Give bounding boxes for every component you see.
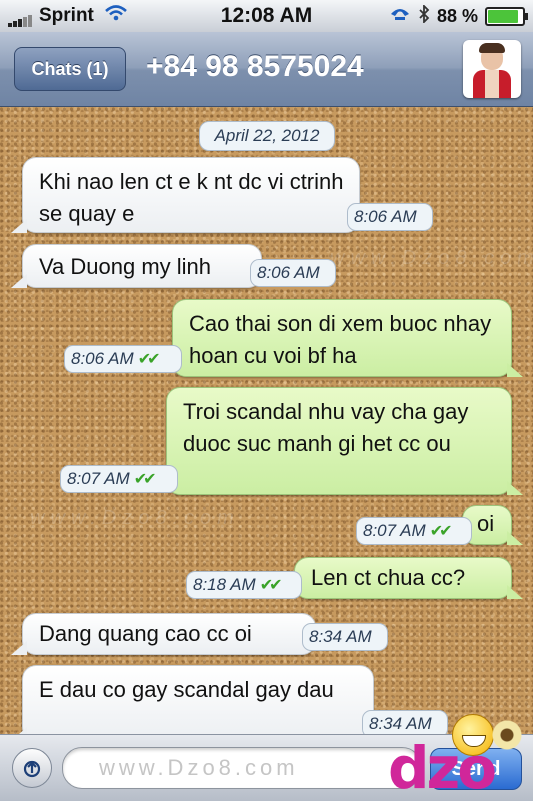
message-timestamp: 8:06 AM	[347, 203, 433, 231]
message-bubble-incoming[interactable]: Va Duong my linh	[11, 244, 262, 288]
message-bubble-outgoing[interactable]: Troi scandal nhu vay cha gay duoc suc ma…	[166, 387, 523, 495]
message-timestamp: 8:34 AM	[302, 623, 388, 651]
watermark-text: www.Dzo8.com	[330, 247, 533, 269]
bluetooth-icon	[418, 3, 430, 28]
delivered-ticks-icon: ✔✔	[133, 471, 157, 488]
dzo-logo: dzo	[388, 714, 533, 802]
message-timestamp: 8:07 AM ✔✔	[356, 517, 472, 545]
phone-forward-icon	[389, 6, 411, 27]
delivered-ticks-icon: ✔✔	[259, 577, 283, 594]
message-text: oi	[477, 511, 495, 536]
watermark-text: www.Dzo8.com	[30, 507, 240, 529]
message-timestamp: 8:06 AM ✔✔	[64, 345, 182, 373]
chat-area[interactable]: www.Dzo8.com www.Dzo8.com April 22, 2012…	[0, 107, 533, 734]
message-text: E dau co gay scandal gay dau	[39, 677, 334, 702]
delivered-ticks-icon: ✔✔	[429, 523, 453, 540]
contact-title: +84 98 8575024	[146, 50, 364, 83]
date-separator: April 22, 2012	[199, 121, 335, 151]
message-input[interactable]: www.Dzo8.com	[62, 747, 422, 789]
message-timestamp: 8:07 AM ✔✔	[60, 465, 178, 493]
message-text: Khi nao len ct e k nt dc vi ctrinh se qu…	[39, 169, 344, 226]
battery-percent: 88 %	[436, 6, 478, 26]
message-bubble-outgoing[interactable]: Len ct chua cc?	[294, 557, 523, 599]
delivered-ticks-icon: ✔✔	[137, 351, 161, 368]
status-right: 88 %	[389, 3, 528, 28]
message-bubble-incoming[interactable]: Dang quang cao cc oi	[11, 613, 316, 655]
camera-icon[interactable]	[12, 748, 52, 788]
message-text: Dang quang cao cc oi	[39, 621, 252, 646]
smiley-icon	[452, 714, 494, 756]
message-bubble-incoming[interactable]: E dau co gay scandal gay dau	[11, 665, 374, 734]
navigation-bar: Chats (1) +84 98 8575024	[0, 32, 533, 107]
chats-back-button[interactable]: Chats (1)	[14, 47, 126, 91]
message-timestamp: 8:06 AM	[250, 259, 336, 287]
battery-icon	[485, 7, 528, 26]
flower-icon	[492, 720, 522, 750]
message-bubble-incoming[interactable]: Khi nao len ct e k nt dc vi ctrinh se qu…	[11, 157, 360, 233]
message-timestamp: 8:18 AM ✔✔	[186, 571, 302, 599]
status-bar: Sprint 12:08 AM 88 %	[0, 0, 533, 32]
message-text: Cao thai son di xem buoc nhay hoan cu vo…	[189, 311, 492, 368]
message-text: Len ct chua cc?	[311, 565, 466, 590]
contact-avatar[interactable]	[463, 40, 521, 98]
message-text: Troi scandal nhu vay cha gay duoc suc ma…	[183, 399, 469, 456]
message-bubble-outgoing[interactable]: Cao thai son di xem buoc nhay hoan cu vo…	[172, 299, 523, 377]
message-text: Va Duong my linh	[39, 254, 212, 279]
